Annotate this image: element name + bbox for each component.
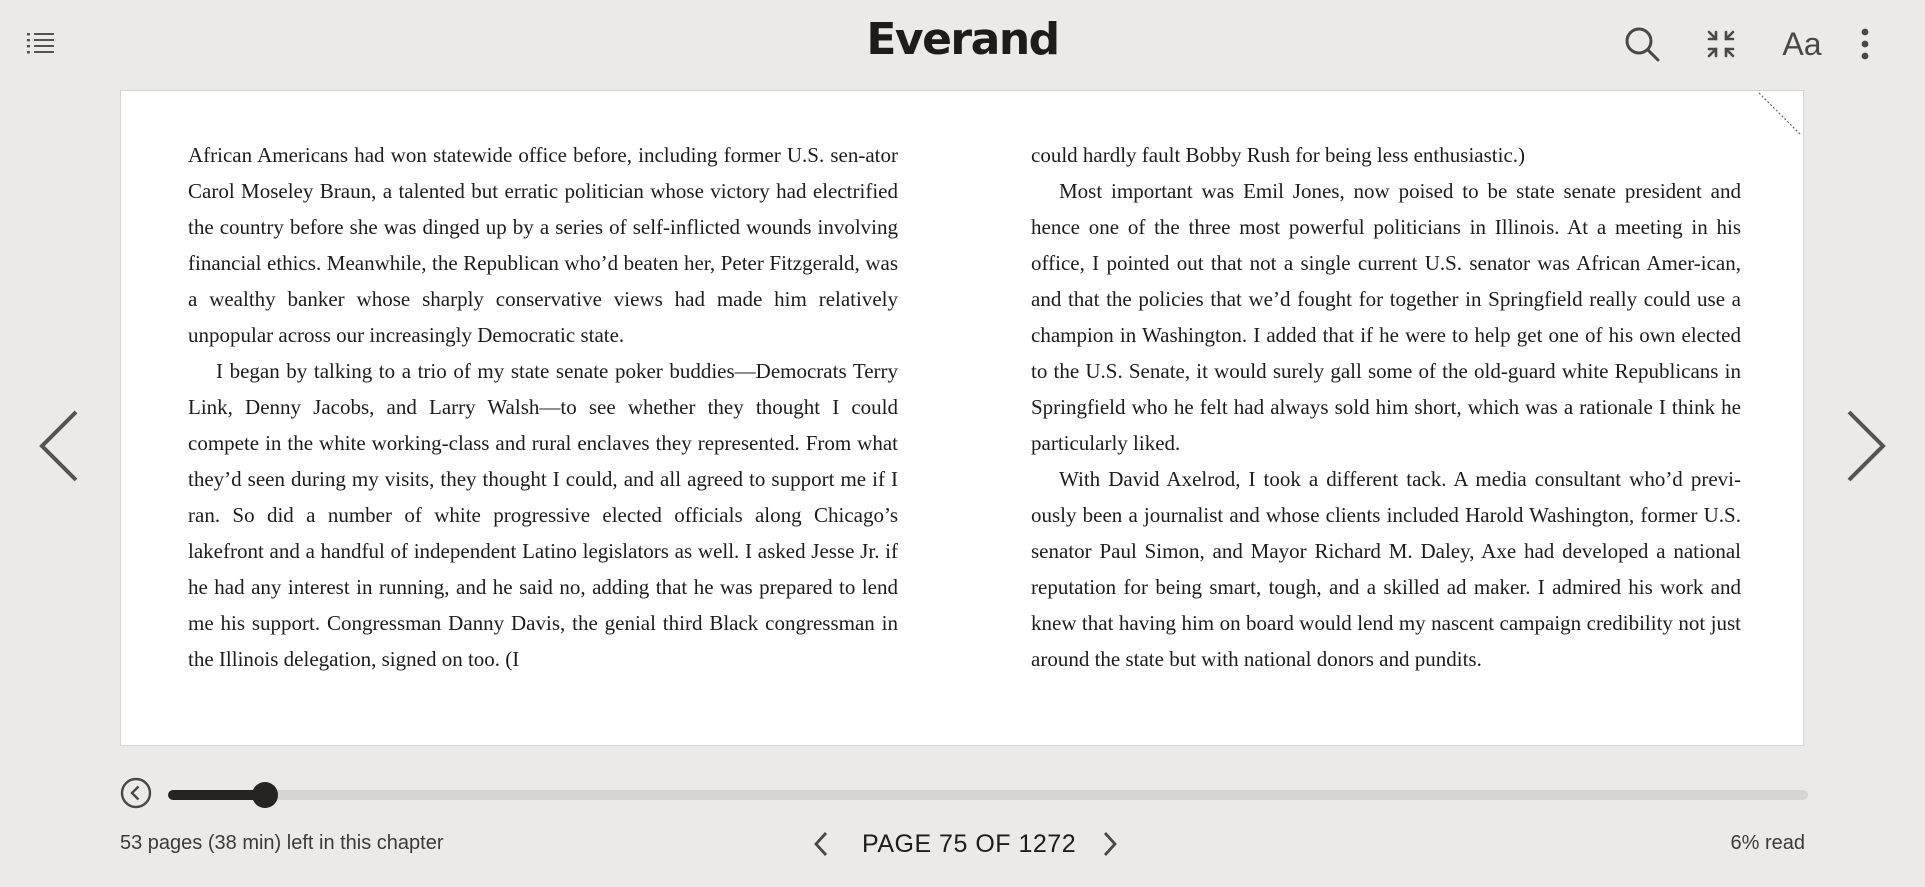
back-to-position-button[interactable] (120, 777, 152, 809)
percent-read: 6% read (1730, 832, 1806, 854)
previous-page-button[interactable] (36, 408, 82, 484)
search-icon (1625, 27, 1660, 62)
next-page-button[interactable] (1843, 408, 1889, 484)
book-page: African Americans had won statewide offi… (120, 90, 1804, 746)
chevron-left-icon (814, 832, 828, 856)
search-button[interactable] (1622, 24, 1662, 64)
more-vertical-icon (1861, 28, 1869, 60)
pager-next-button[interactable] (1098, 828, 1122, 860)
fullscreen-icon (1707, 30, 1735, 58)
page-indicator: PAGE 75 OF 1272 (862, 830, 1077, 858)
paragraph: With David Axelrod, I took a different t… (1031, 467, 1741, 671)
bookmark-fold-icon (1758, 92, 1802, 136)
chevron-right-icon (1847, 410, 1886, 482)
fullscreen-button[interactable] (1701, 24, 1741, 64)
top-bar: Everand Aa (0, 0, 1925, 90)
paragraph: Most important was Emil Jones, now poise… (1031, 179, 1741, 455)
pager-previous-button[interactable] (809, 828, 833, 860)
chevron-right-icon (1103, 832, 1117, 856)
reading-progress-slider[interactable] (168, 782, 1808, 808)
reading-progress-fill (168, 790, 265, 800)
more-options-button[interactable] (1845, 24, 1885, 64)
left-page-column: African Americans had won statewide offi… (188, 137, 898, 677)
bottom-bar: 53 pages (38 min) left in this chapter P… (0, 760, 1925, 887)
bookmark-corner[interactable] (1757, 91, 1803, 137)
font-settings-button[interactable]: Aa (1780, 24, 1824, 64)
paragraph: African Americans had won statewide offi… (188, 143, 898, 347)
reading-progress-handle[interactable] (251, 782, 278, 808)
paragraph: could hardly fault Bobby Rush for being … (1031, 143, 1526, 167)
chapter-remaining-text: 53 pages (38 min) left in this chapter (120, 832, 444, 854)
font-settings-icon: Aa (1782, 25, 1822, 62)
paragraph: I began by talking to a trio of my state… (188, 359, 898, 671)
page-navigator: PAGE 75 OF 1272 (805, 824, 1117, 864)
circle-chevron-left-icon (120, 777, 152, 809)
right-page-column: could hardly fault Bobby Rush for being … (1031, 137, 1741, 677)
chevron-left-icon (39, 410, 78, 482)
